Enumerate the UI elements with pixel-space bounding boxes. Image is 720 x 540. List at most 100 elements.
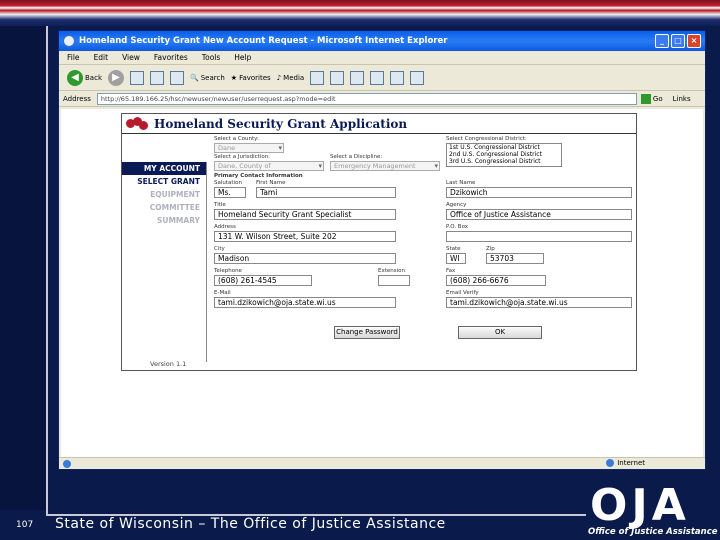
- nav-divider: [206, 162, 207, 362]
- state-field[interactable]: WI: [446, 253, 466, 264]
- district-option[interactable]: 1st U.S. Congressional District: [449, 144, 561, 151]
- internet-globe-icon: [606, 459, 615, 467]
- page-icon: [63, 460, 71, 468]
- fax-field[interactable]: (608) 266-6676: [446, 275, 546, 286]
- discipline-label: Select a Discipline:: [330, 154, 383, 160]
- oja-logo-subtitle: Office of Justice Assistance: [588, 527, 718, 537]
- refresh-icon[interactable]: [150, 70, 164, 85]
- menu-tools[interactable]: Tools: [202, 53, 220, 62]
- district-label: Select Congressional District:: [446, 136, 527, 142]
- fax-label: Fax: [446, 268, 456, 274]
- extension-field[interactable]: [378, 275, 410, 286]
- county-label: Select a County:: [214, 136, 259, 142]
- go-arrow-icon: [640, 93, 651, 104]
- app-header: Homeland Security Grant Application: [122, 114, 636, 134]
- slide-footer: State of Wisconsin – The Office of Justi…: [55, 516, 446, 532]
- jurisdiction-label: Select a Jurisdiction:: [214, 154, 271, 160]
- home-icon[interactable]: [170, 70, 184, 85]
- telephone-label: Telephone: [214, 268, 242, 274]
- title-label: Title: [214, 202, 226, 208]
- flag-banner: [0, 0, 720, 26]
- folder-icon[interactable]: [390, 70, 405, 85]
- email-verify-field[interactable]: tami.dzikowich@oja.state.wi.us: [446, 297, 632, 308]
- district-option[interactable]: 2nd U.S. Congressional District: [449, 151, 561, 158]
- extension-label: Extension: [378, 268, 406, 274]
- nav-my-account[interactable]: MY ACCOUNT: [122, 162, 206, 175]
- browser-toolbar: ◀ Back ▶ 🔍 Search ★ Favorites ♪ Media: [59, 65, 705, 91]
- nav-select-grant[interactable]: SELECT GRANT: [122, 175, 206, 188]
- po-box-field[interactable]: [446, 231, 632, 242]
- stop-icon[interactable]: [130, 70, 144, 85]
- version-label: Version 1.1: [150, 360, 187, 368]
- security-zone: Internet: [606, 459, 645, 467]
- menu-bar: File Edit View Favorites Tools Help: [59, 51, 705, 65]
- po-box-label: P.O. Box: [446, 224, 469, 230]
- close-button[interactable]: ×: [687, 34, 701, 48]
- menu-help[interactable]: Help: [234, 53, 251, 62]
- status-bar: Internet: [59, 457, 705, 469]
- go-button[interactable]: Go: [640, 93, 663, 104]
- jurisdiction-select[interactable]: Dane, County of: [214, 161, 324, 171]
- menu-favorites[interactable]: Favorites: [154, 53, 188, 62]
- ie-icon: [63, 35, 75, 47]
- nav-summary[interactable]: SUMMARY: [122, 214, 206, 227]
- zip-label: Zip: [486, 246, 495, 252]
- oja-logo: OJA: [590, 480, 690, 531]
- first-name-field[interactable]: Tami: [256, 187, 396, 198]
- ok-button[interactable]: OK: [458, 326, 542, 339]
- address-field[interactable]: 131 W. Wilson Street, Suite 202: [214, 231, 396, 242]
- last-name-field[interactable]: Dzikowich: [446, 187, 632, 198]
- email-field[interactable]: tami.dzikowich@oja.state.wi.us: [214, 297, 396, 308]
- email-verify-label: Email Verify: [446, 290, 479, 296]
- title-field[interactable]: Homeland Security Grant Specialist: [214, 209, 396, 220]
- history-icon[interactable]: [310, 70, 325, 85]
- grant-application: Homeland Security Grant Application MY A…: [121, 113, 637, 371]
- menu-file[interactable]: File: [67, 53, 80, 62]
- last-name-label: Last Name: [446, 180, 476, 186]
- messenger-icon[interactable]: [410, 70, 425, 85]
- media-button[interactable]: ♪ Media: [277, 74, 305, 82]
- nav-committee[interactable]: COMMITTEE: [122, 201, 206, 214]
- agency-field[interactable]: Office of Justice Assistance: [446, 209, 632, 220]
- media-icon: ♪: [276, 73, 282, 82]
- first-name-label: First Name: [256, 180, 286, 186]
- discipline-select[interactable]: Emergency Management: [330, 161, 440, 171]
- app-logo-icon: [126, 116, 150, 131]
- district-option[interactable]: 3rd U.S. Congressional District: [449, 158, 561, 165]
- city-label: City: [214, 246, 225, 252]
- telephone-field[interactable]: (608) 261-4545: [214, 275, 312, 286]
- primary-contact-heading: Primary Contact Information: [214, 173, 303, 179]
- favorites-star-icon: ★: [230, 73, 238, 82]
- print-icon[interactable]: [350, 70, 365, 85]
- zip-field[interactable]: 53703: [486, 253, 544, 264]
- favorites-button[interactable]: ★ Favorites: [231, 74, 271, 82]
- browser-window: Homeland Security Grant New Account Requ…: [58, 30, 706, 470]
- links-button[interactable]: Links: [673, 95, 691, 103]
- maximize-button[interactable]: □: [671, 34, 685, 48]
- state-label: State: [446, 246, 461, 252]
- county-select[interactable]: Dane: [214, 143, 284, 153]
- browser-content: Homeland Security Grant Application MY A…: [61, 109, 703, 457]
- back-arrow-icon: ◀: [67, 69, 83, 86]
- district-listbox[interactable]: 1st U.S. Congressional District 2nd U.S.…: [446, 143, 562, 167]
- menu-edit[interactable]: Edit: [94, 53, 109, 62]
- salutation-label: Salutation: [214, 180, 242, 186]
- change-password-button[interactable]: Change Password: [334, 326, 400, 339]
- salutation-field[interactable]: Ms.: [214, 187, 246, 198]
- slide-divider-vertical: [46, 26, 48, 516]
- city-field[interactable]: Madison: [214, 253, 396, 264]
- back-button[interactable]: ◀ Back: [67, 69, 102, 86]
- slide-left-panel: [0, 26, 46, 510]
- forward-button[interactable]: ▶: [108, 69, 124, 86]
- browser-titlebar: Homeland Security Grant New Account Requ…: [59, 31, 705, 51]
- edit-icon[interactable]: [370, 70, 385, 85]
- app-title: Homeland Security Grant Application: [154, 116, 408, 131]
- address-input[interactable]: http://65.189.166.25/hsc/newuser/newuser…: [96, 92, 637, 105]
- minimize-button[interactable]: _: [655, 34, 669, 48]
- search-button[interactable]: 🔍 Search: [190, 74, 225, 82]
- mail-icon[interactable]: [330, 70, 345, 85]
- menu-view[interactable]: View: [122, 53, 140, 62]
- address-bar: Address http://65.189.166.25/hsc/newuser…: [59, 91, 705, 107]
- address-label: Address: [63, 94, 91, 103]
- nav-equipment[interactable]: EQUIPMENT: [122, 188, 206, 201]
